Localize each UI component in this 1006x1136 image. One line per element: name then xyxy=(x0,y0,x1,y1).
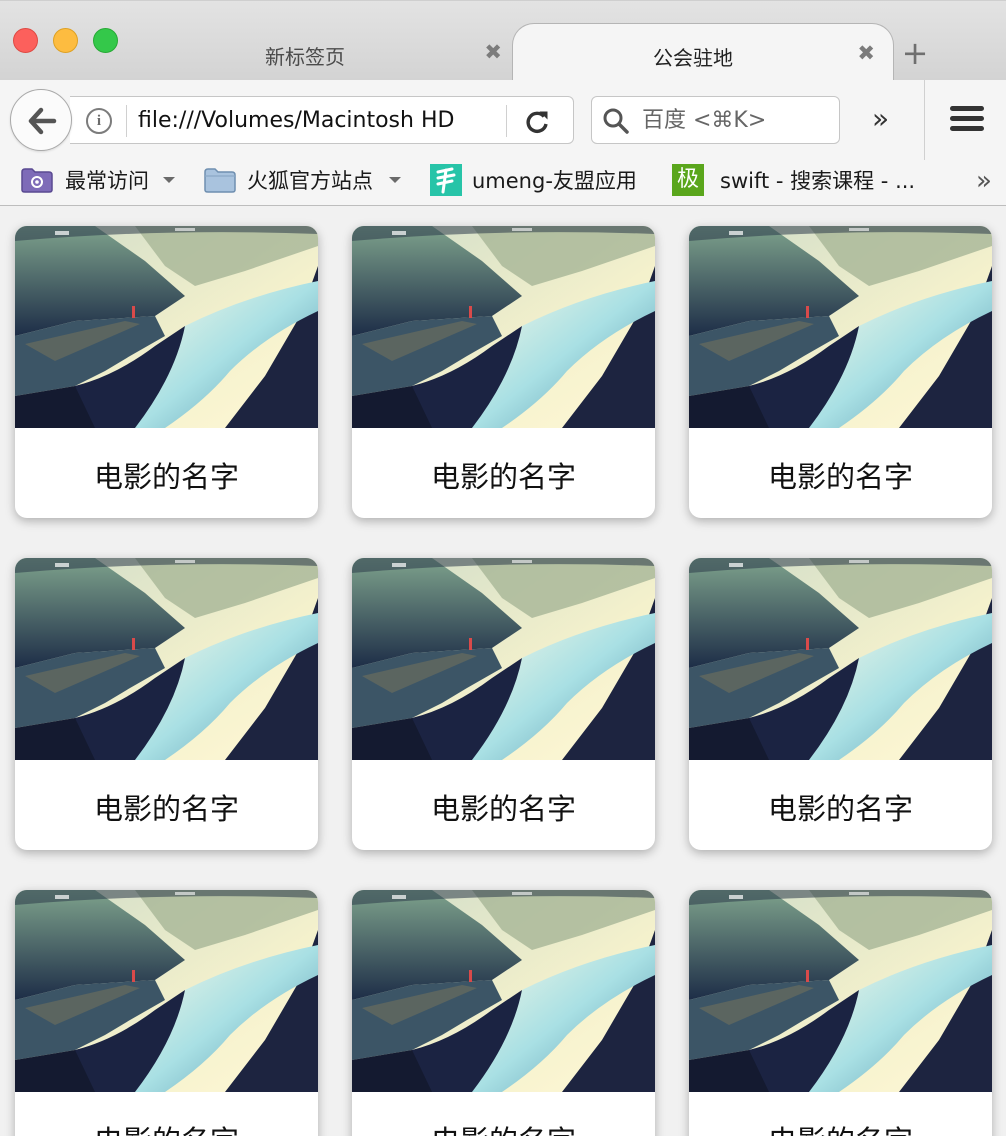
movie-thumbnail[interactable] xyxy=(15,226,318,428)
reload-icon[interactable] xyxy=(522,107,552,137)
movie-thumbnail[interactable] xyxy=(689,558,992,760)
folder-icon xyxy=(204,168,236,193)
movie-title: 电影的名字 xyxy=(93,792,239,826)
movie-card[interactable]: 电影的名字 xyxy=(352,890,655,1136)
bookmark-most-visited[interactable]: 最常访问 xyxy=(20,160,180,206)
movie-thumbnail[interactable] xyxy=(352,226,655,428)
tab-new-tab[interactable]: 新标签页 ✖ xyxy=(130,21,520,81)
bookmark-label: umeng-友盟应用 xyxy=(472,169,637,193)
movie-grid: 电影的名字 电影的名字 电影的名字 电影的名字 电影的名字 电影的名字 xyxy=(15,226,992,1136)
divider xyxy=(924,80,925,160)
movie-title: 电影的名字 xyxy=(93,460,239,494)
window-minimize-button[interactable] xyxy=(53,28,78,53)
divider xyxy=(506,105,507,137)
new-tab-button[interactable]: + xyxy=(898,37,932,71)
bookmark-swift-search[interactable]: 极 swift - 搜索课程 - ... xyxy=(672,160,962,206)
url-input[interactable]: file:///Volumes/Macintosh HD xyxy=(138,107,456,135)
movie-title: 电影的名字 xyxy=(352,1123,655,1136)
movie-title: 电影的名字 xyxy=(430,792,576,826)
divider xyxy=(126,105,127,137)
bookmark-umeng[interactable]: umeng-友盟应用 xyxy=(430,160,645,206)
movie-card[interactable]: 电影的名字 xyxy=(689,226,992,518)
url-bar[interactable]: i file:///Volumes/Macintosh HD xyxy=(70,96,574,144)
tab-strip: 新标签页 ✖ 公会驻地 ✖ + xyxy=(0,0,1006,81)
movie-card[interactable]: 电影的名字 xyxy=(352,558,655,850)
movie-card[interactable]: 电影的名字 xyxy=(15,226,318,518)
search-input[interactable]: 百度 <⌘K> xyxy=(642,107,766,135)
info-icon[interactable]: i xyxy=(86,108,112,134)
toolbar-overflow-button[interactable]: » xyxy=(872,104,889,134)
movie-title: 电影的名字 xyxy=(767,792,913,826)
movie-title: 电影的名字 xyxy=(15,1123,318,1136)
window-maximize-button[interactable] xyxy=(93,28,118,53)
movie-thumbnail[interactable] xyxy=(15,890,318,1092)
chevron-down-icon xyxy=(163,177,175,183)
movie-title: 电影的名字 xyxy=(767,460,913,494)
search-icon xyxy=(603,108,629,134)
tab-close-icon[interactable]: ✖ xyxy=(857,42,875,64)
bookmark-label: 火狐官方站点 xyxy=(247,169,373,193)
movie-thumbnail[interactable] xyxy=(689,226,992,428)
movie-thumbnail[interactable] xyxy=(689,890,992,1092)
tab-close-icon[interactable]: ✖ xyxy=(484,41,502,63)
bookmark-label: 最常访问 xyxy=(65,169,149,193)
movie-card[interactable]: 电影的名字 xyxy=(15,890,318,1136)
movie-card[interactable]: 电影的名字 xyxy=(689,558,992,850)
folder-smart-icon xyxy=(21,168,53,193)
window-close-button[interactable] xyxy=(13,28,38,53)
hamburger-menu-icon[interactable] xyxy=(950,106,984,134)
bookmarks-toolbar: 最常访问 火狐官方站点 umeng-友盟应用 极 swift - 搜索课程 - … xyxy=(0,160,1006,206)
movie-card[interactable]: 电影的名字 xyxy=(352,226,655,518)
navigation-toolbar: i file:///Volumes/Macintosh HD 百度 <⌘K> » xyxy=(0,80,1006,160)
bookmark-label: swift - 搜索课程 - ... xyxy=(720,169,916,193)
movie-thumbnail[interactable] xyxy=(15,558,318,760)
movie-card[interactable]: 电影的名字 xyxy=(15,558,318,850)
movie-title: 电影的名字 xyxy=(689,1123,992,1136)
tab-title: 新标签页 xyxy=(265,45,345,69)
tab-title: 公会驻地 xyxy=(653,46,733,70)
tab-guild-station[interactable]: 公会驻地 ✖ xyxy=(512,23,894,81)
page-content: 电影的名字 电影的名字 电影的名字 电影的名字 电影的名字 电影的名字 xyxy=(0,206,1006,1136)
search-bar[interactable]: 百度 <⌘K> xyxy=(591,96,840,144)
kuang-favicon: 极 xyxy=(672,164,704,196)
movie-thumbnail[interactable] xyxy=(352,558,655,760)
bookmarks-overflow-button[interactable]: » xyxy=(976,166,992,196)
movie-title: 电影的名字 xyxy=(430,460,576,494)
umeng-favicon xyxy=(430,164,462,196)
movie-card[interactable]: 电影的名字 xyxy=(689,890,992,1136)
movie-thumbnail[interactable] xyxy=(352,890,655,1092)
bookmark-firefox-official[interactable]: 火狐官方站点 xyxy=(203,160,403,206)
chevron-down-icon xyxy=(389,177,401,183)
back-button[interactable] xyxy=(10,89,72,151)
back-arrow-icon xyxy=(28,107,57,135)
